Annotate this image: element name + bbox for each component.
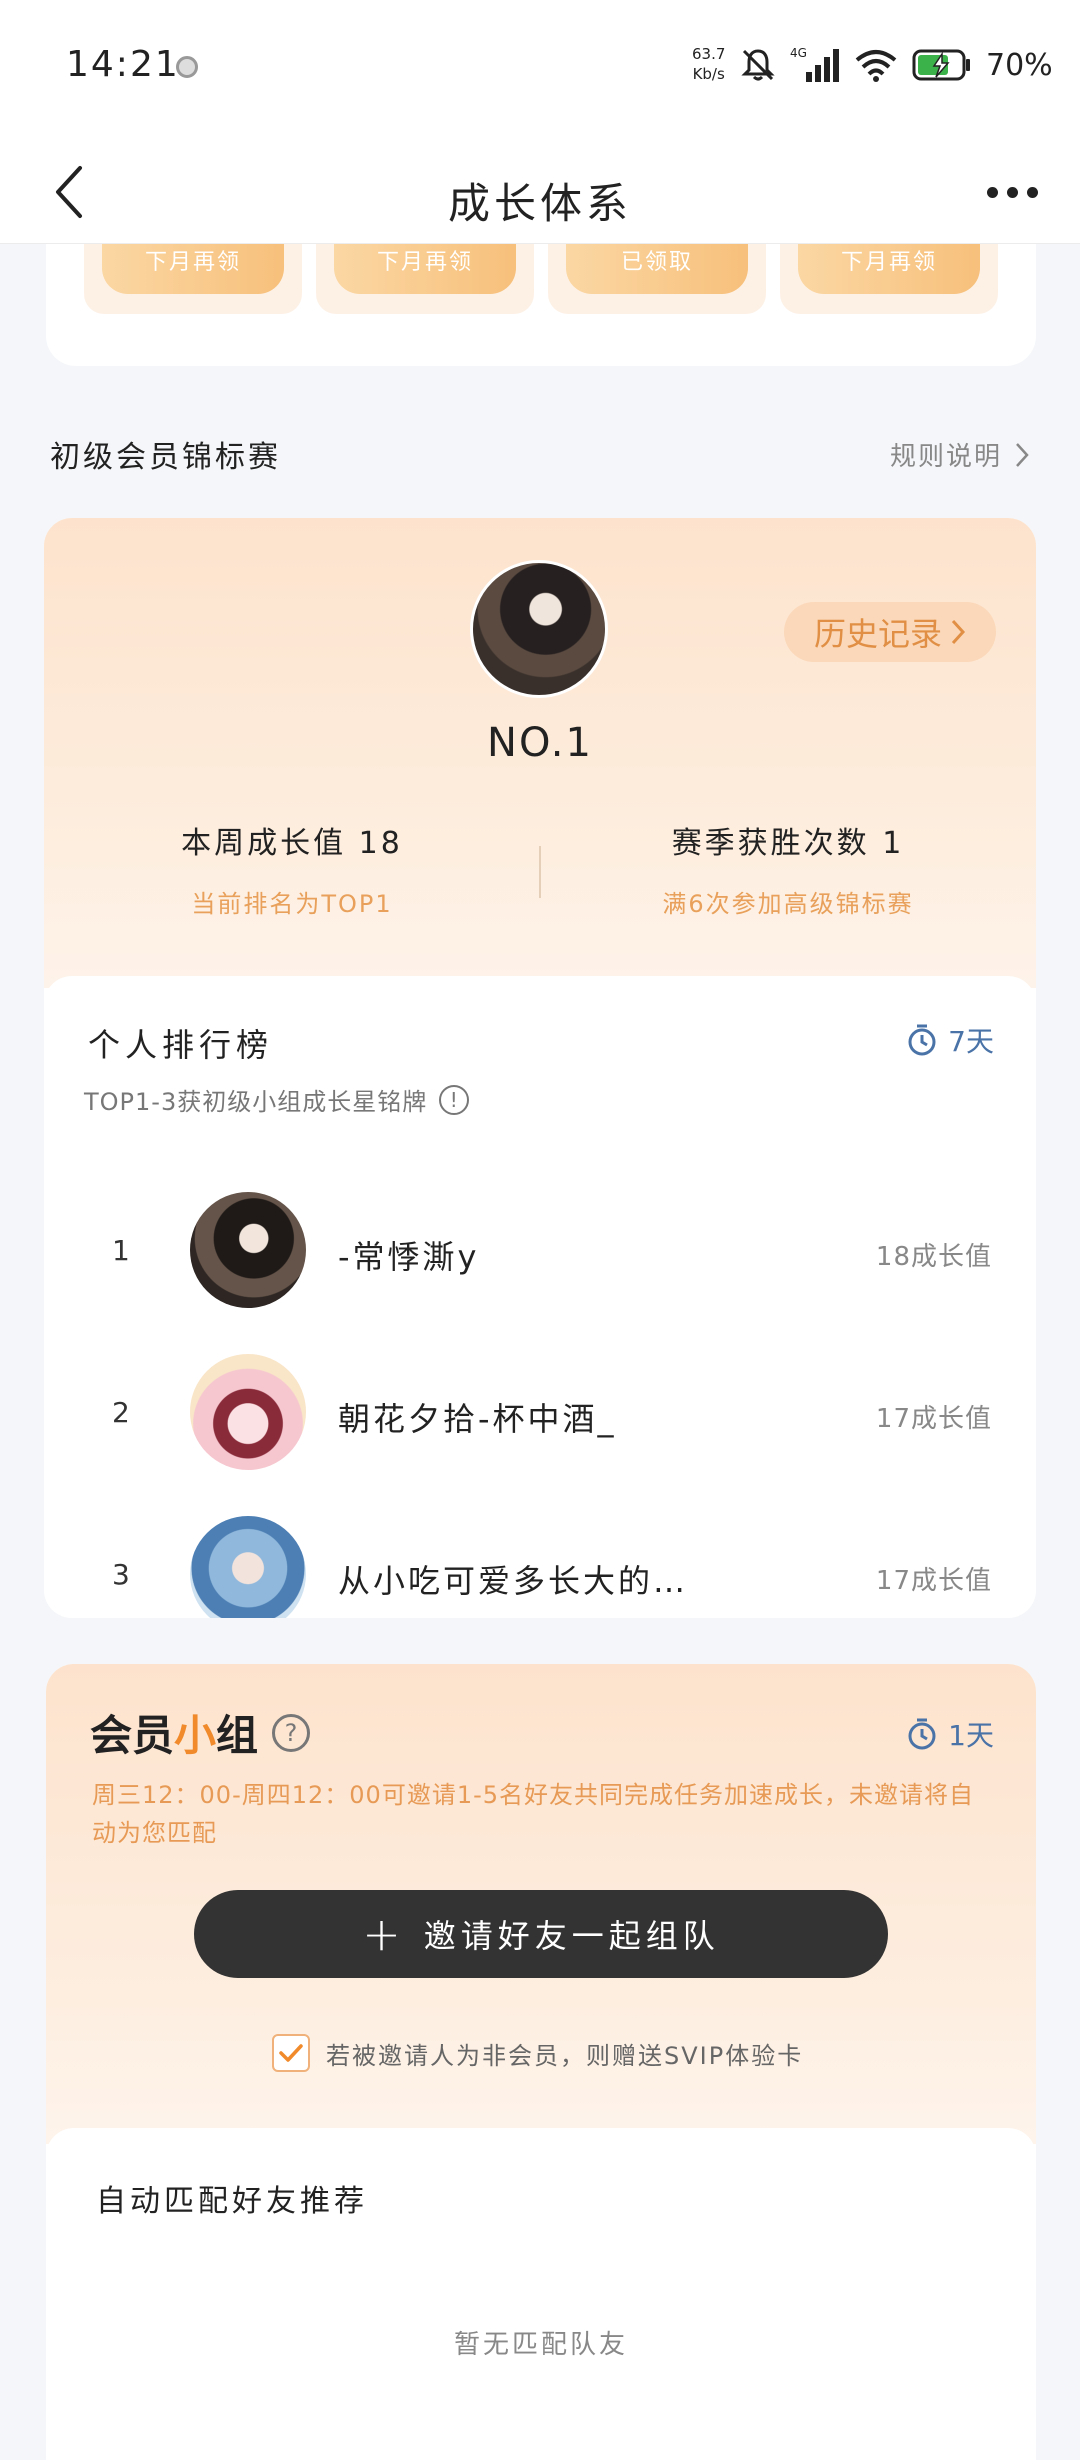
- leaderboard-panel: 个人排行榜 7天 TOP1-3获初级小组成长星铭牌 ! 1 -常悸澌y 18成长…: [44, 976, 1036, 1618]
- my-rank: NO.1: [487, 720, 593, 766]
- section-title: 初级会员锦标赛: [50, 440, 281, 475]
- leaderboard-rank: 2: [112, 1396, 130, 1429]
- network-speed: 63.7 Kb/s: [692, 44, 725, 84]
- leaderboard-rank: 3: [112, 1558, 130, 1591]
- member-group-timer-text: 1天: [948, 1719, 994, 1752]
- battery-percentage: 70%: [986, 47, 1053, 83]
- svip-checkbox[interactable]: [272, 2034, 310, 2072]
- avatar[interactable]: [190, 1192, 306, 1308]
- nav-bar: 成长体系: [0, 140, 1080, 244]
- reward-claim-button[interactable]: 下月再领: [798, 244, 980, 294]
- chevron-right-icon: [951, 619, 966, 645]
- history-button-label: 历史记录: [813, 615, 942, 653]
- invite-friends-button[interactable]: + 邀请好友一起组队: [194, 1890, 888, 1978]
- auto-match-title: 自动匹配好友推荐: [96, 2184, 368, 2219]
- chevron-right-icon: [1016, 442, 1029, 467]
- advance-note: 满6次参加高级锦标赛: [662, 890, 914, 918]
- help-icon[interactable]: ?: [272, 1713, 311, 1752]
- rules-link-label: 规则说明: [889, 442, 1002, 472]
- invite-friends-label: 邀请好友一起组队: [423, 1917, 720, 1955]
- member-group-header: 会员小组 ? 1天 周三12：00-周四12：00可邀请1-5名好友共同完成任务…: [46, 1664, 1036, 2144]
- status-bar: 14:21 63.7 Kb/s 4G 70%: [0, 0, 1080, 140]
- reward-claimed-button[interactable]: 已领取: [566, 244, 748, 294]
- status-icons: 4G 70%: [740, 46, 1053, 84]
- stopwatch-icon: [908, 1718, 936, 1750]
- avatar[interactable]: [190, 1354, 306, 1470]
- reward-slot: 下月再领: [316, 244, 534, 314]
- more-dot-icon: [986, 186, 998, 198]
- leaderboard-rank: 1: [112, 1234, 130, 1267]
- leaderboard-row[interactable]: 3 从小吃可爱多长大的… 17成长值: [44, 1516, 1036, 1618]
- reward-slot: 下月再领: [84, 244, 302, 314]
- svip-option: 若被邀请人为非会员，则赠送SVIP体验卡: [272, 2034, 803, 2072]
- leaderboard-score: 17成长值: [875, 1566, 992, 1596]
- network-speed-value: 63.7: [692, 45, 726, 63]
- network-speed-unit: Kb/s: [692, 65, 725, 83]
- leaderboard-description: TOP1-3获初级小组成长星铭牌 !: [84, 1082, 470, 1117]
- member-group-timer: 1天: [906, 1714, 994, 1754]
- cellular-signal-icon: 4G: [790, 46, 839, 82]
- plus-icon: +: [362, 1907, 406, 1961]
- leaderboard-row[interactable]: 1 -常悸澌y 18成长值: [44, 1192, 1036, 1312]
- stopwatch-icon: [908, 1024, 936, 1056]
- member-group-description: 周三12：00-周四12：00可邀请1-5名好友共同完成任务加速成长，未邀请将自…: [92, 1781, 975, 1847]
- weekly-growth-value: 本周成长值 18: [181, 826, 403, 861]
- network-type-label: 4G: [790, 46, 807, 60]
- member-group-title: 会员小组: [90, 1702, 258, 1763]
- member-group-title-part3: 组: [216, 1711, 259, 1760]
- avatar[interactable]: [190, 1516, 306, 1618]
- leaderboard-timer: 7天: [906, 1020, 994, 1060]
- reward-claim-button[interactable]: 下月再领: [102, 244, 284, 294]
- leaderboard-title: 个人排行榜: [88, 1026, 274, 1064]
- season-wins-stat: 赛季获胜次数 1 满6次参加高级锦标赛: [540, 818, 1036, 919]
- weekly-growth-stat: 本周成长值 18 当前排名为TOP1: [44, 818, 540, 919]
- leaderboard-user-name: 朝花夕拾-杯中酒_: [338, 1400, 617, 1438]
- more-options-button[interactable]: [972, 162, 1052, 222]
- checkmark-icon: [279, 2044, 303, 2062]
- reward-slot: 下月再领: [780, 244, 998, 314]
- info-icon[interactable]: !: [439, 1084, 470, 1115]
- leaderboard-user-name: 从小吃可爱多长大的…: [338, 1562, 689, 1600]
- leaderboard-score: 17成长值: [875, 1404, 992, 1434]
- notification-app-icon: [176, 56, 198, 78]
- mute-bell-icon: [741, 49, 775, 81]
- member-group-title-part2: 小: [174, 1711, 217, 1760]
- history-button[interactable]: 历史记录: [783, 602, 996, 662]
- leaderboard-timer-text: 7天: [948, 1025, 994, 1058]
- rewards-card: 下月再领 下月再领 已领取 下月再领: [46, 244, 1036, 366]
- rules-link[interactable]: 规则说明: [890, 436, 1030, 473]
- reward-claim-button[interactable]: 下月再领: [334, 244, 516, 294]
- member-group-card: 会员小组 ? 1天 周三12：00-周四12：00可邀请1-5名好友共同完成任务…: [46, 1664, 1036, 2460]
- leaderboard-description-text: TOP1-3获初级小组成长星铭牌: [84, 1088, 428, 1116]
- status-time: 14:21: [66, 44, 180, 85]
- svip-note: 若被邀请人为非会员，则赠送SVIP体验卡: [326, 2041, 804, 2070]
- member-group-logo: 会员小组 ?: [90, 1702, 311, 1763]
- championship-section-header: 初级会员锦标赛 规则说明: [50, 428, 1030, 478]
- battery-charging-icon: [912, 49, 970, 81]
- leaderboard-score: 18成长值: [875, 1242, 992, 1272]
- championship-summary: 历史记录 NO.1 本周成长值 18 当前排名为TOP1 赛季获胜次数 1 满6…: [44, 518, 1036, 988]
- more-dot-icon: [1006, 186, 1018, 198]
- season-wins-value: 赛季获胜次数 1: [671, 826, 905, 861]
- member-group-title-part1: 会员: [90, 1711, 175, 1760]
- auto-match-empty: 暂无匹配队友: [453, 2330, 628, 2360]
- more-dot-icon: [1026, 186, 1038, 198]
- leaderboard-user-name: -常悸澌y: [338, 1238, 480, 1276]
- page-title: 成长体系: [447, 179, 632, 228]
- current-rank-note: 当前排名为TOP1: [191, 890, 393, 918]
- auto-match-panel: 自动匹配好友推荐 暂无匹配队友: [46, 2128, 1036, 2460]
- wifi-icon: [855, 50, 897, 82]
- championship-card: 历史记录 NO.1 本周成长值 18 当前排名为TOP1 赛季获胜次数 1 满6…: [44, 518, 1036, 1618]
- leaderboard-row[interactable]: 2 朝花夕拾-杯中酒_ 17成长值: [44, 1354, 1036, 1474]
- reward-slot: 已领取: [548, 244, 766, 314]
- my-avatar[interactable]: [470, 560, 608, 698]
